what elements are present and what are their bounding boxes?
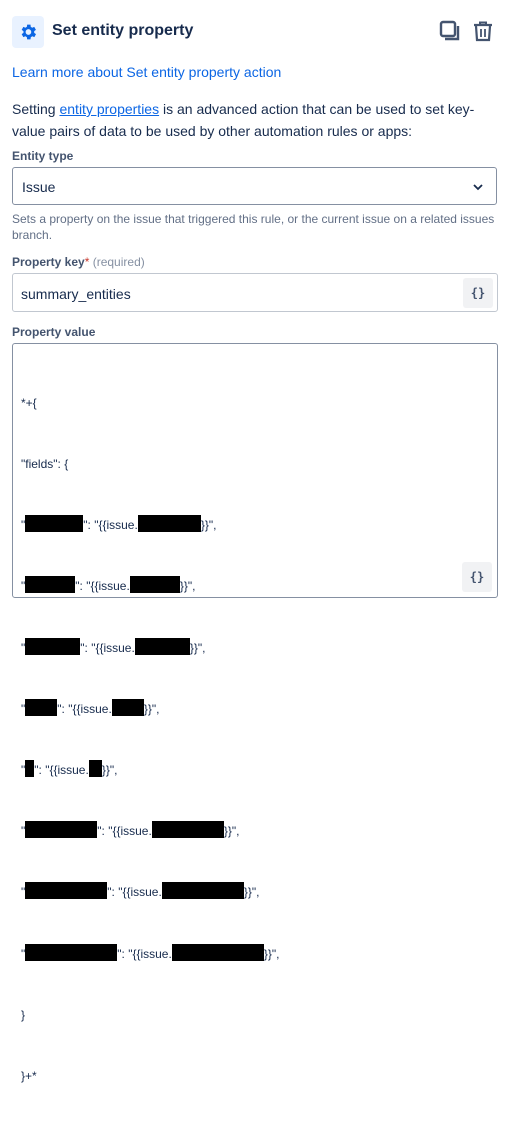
redacted-block	[25, 637, 81, 655]
smart-values-button[interactable]: {}	[462, 562, 492, 592]
code-line: }	[21, 1007, 26, 1022]
entity-type-select[interactable]: Issue	[12, 167, 497, 205]
code-line: " ": "{{issue.}}",	[21, 515, 279, 535]
redacted-block	[129, 576, 180, 594]
property-key-label: Property key* (required)	[12, 255, 145, 269]
code-line: " ": "{{issue.}}",	[21, 698, 279, 719]
duplicate-icon	[439, 20, 460, 41]
smart-values-button[interactable]: {}	[463, 278, 493, 308]
redacted-block	[25, 821, 98, 839]
redacted-block	[25, 698, 58, 716]
redacted-block	[88, 760, 102, 778]
redacted-block	[25, 515, 84, 533]
code-line: *+{	[21, 395, 37, 410]
code-line: "fields": {	[21, 457, 69, 472]
learn-more-link[interactable]: Learn more about Set entity property act…	[12, 64, 281, 80]
redacted-block	[25, 576, 76, 594]
delete-button[interactable]	[470, 18, 496, 44]
entity-type-help: Sets a property on the issue that trigge…	[12, 212, 495, 242]
required-star: *	[84, 255, 90, 269]
redacted-block	[111, 698, 144, 716]
entity-properties-link[interactable]: entity properties	[59, 101, 159, 117]
entity-type-value: Issue	[22, 179, 56, 195]
gear-icon	[12, 16, 44, 48]
redacted-block	[25, 943, 118, 961]
redacted-block	[161, 882, 244, 900]
redacted-block	[171, 943, 264, 961]
code-line: " ": "{{issue.}}",	[21, 576, 279, 596]
trash-icon	[474, 21, 492, 42]
redacted-block	[134, 637, 190, 655]
code-line: " ": "{{issue.}}",	[21, 760, 279, 780]
description-prefix: Setting	[12, 101, 60, 117]
duplicate-button[interactable]	[437, 18, 463, 44]
entity-type-label: Entity type	[12, 149, 74, 163]
property-key-label-text: Property key	[12, 255, 85, 269]
redacted-block	[151, 821, 224, 839]
redacted-block	[137, 515, 201, 533]
code-line: " ": "{{issue.}}",	[21, 637, 279, 658]
property-value-editor[interactable]: *+{ "fields": { " ": "{{issue.}}", " ": "{…	[12, 343, 498, 1083]
action-title: Set entity property	[52, 22, 194, 39]
property-value-label: Property value	[12, 325, 96, 339]
redacted-block	[25, 760, 35, 778]
property-value-code: *+{ "fields": { " ": "{{issue.}}", " ": "{…	[21, 352, 279, 1127]
redacted-block	[25, 882, 108, 900]
code-line: " ": "{{issue.}}",	[21, 882, 279, 902]
property-key-value: summary_entities	[21, 286, 131, 302]
code-line: " ": "{{issue.}}",	[21, 821, 279, 841]
property-key-input[interactable]: summary_entities {}	[12, 273, 498, 312]
action-description: Setting entity properties is an advanced…	[12, 98, 497, 142]
chevron-down-icon	[473, 184, 483, 191]
code-line: " ": "{{issue.}}",	[21, 943, 279, 964]
code-line: }+*	[21, 1069, 37, 1084]
required-hint: (required)	[92, 255, 145, 269]
action-header: Set entity property	[12, 14, 497, 50]
